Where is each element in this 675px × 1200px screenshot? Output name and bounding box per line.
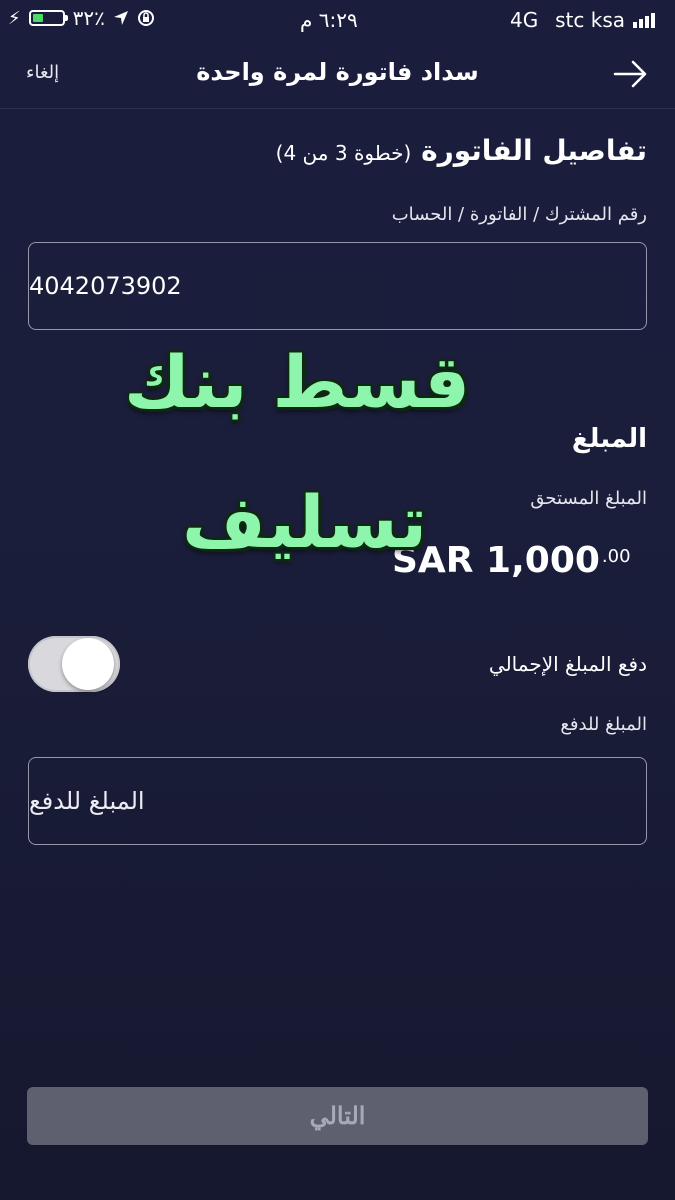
status-time: ٦:٢٩ م: [300, 8, 358, 32]
pay-amount-placeholder: المبلغ للدفع: [29, 787, 145, 815]
next-button[interactable]: التالي: [27, 1087, 648, 1145]
cancel-button[interactable]: إلغاء: [26, 62, 59, 83]
amount-due-label: المبلغ المستحق: [530, 488, 647, 509]
step-indicator: (خطوة 3 من 4): [275, 141, 412, 165]
status-bar: ⚡ ٣٢٪ ٦:٢٩ م 4G stc ksa: [0, 0, 675, 38]
page-title: سداد فاتورة لمرة واحدة: [196, 58, 479, 86]
orientation-lock-icon: [137, 10, 154, 26]
bill-details-heading: تفاصيل الفاتورة (خطوة 3 من 4): [276, 134, 647, 167]
pay-amount-label: المبلغ للدفع: [560, 714, 647, 735]
overlay-text-line1: قسط بنك: [123, 340, 470, 424]
subscriber-number-value: 4042073902: [29, 272, 182, 300]
status-left: ⚡ ٣٢٪: [8, 6, 155, 30]
pay-total-label: دفع المبلغ الإجمالي: [488, 652, 647, 676]
battery-percent: ٣٢٪: [72, 6, 105, 30]
subscriber-label: رقم المشترك / الفاتورة / الحساب: [391, 204, 647, 225]
network-type: 4G: [510, 8, 539, 32]
toggle-knob: [62, 638, 114, 690]
battery-icon: [28, 10, 68, 26]
pay-total-toggle[interactable]: [28, 636, 120, 692]
nav-header: سداد فاتورة لمرة واحدة إلغاء: [0, 38, 675, 109]
charging-icon: ⚡: [8, 7, 21, 29]
arrow-right-icon[interactable]: [611, 54, 651, 94]
signal-icon: [633, 12, 655, 28]
amount-due-value: SAR 1,000 .00: [392, 540, 631, 581]
overlay-text-line2: تسليف: [182, 480, 427, 564]
pay-amount-field[interactable]: المبلغ للدفع: [28, 757, 647, 845]
carrier-name: stc ksa: [555, 8, 625, 32]
amount-heading: المبلغ: [571, 424, 647, 454]
subscriber-number-field[interactable]: 4042073902: [28, 242, 647, 330]
amount-due-decimals: .00: [601, 546, 631, 567]
carrier-group: stc ksa: [555, 8, 655, 32]
bill-details-title: تفاصيل الفاتورة: [421, 134, 647, 167]
location-icon: [113, 11, 128, 25]
